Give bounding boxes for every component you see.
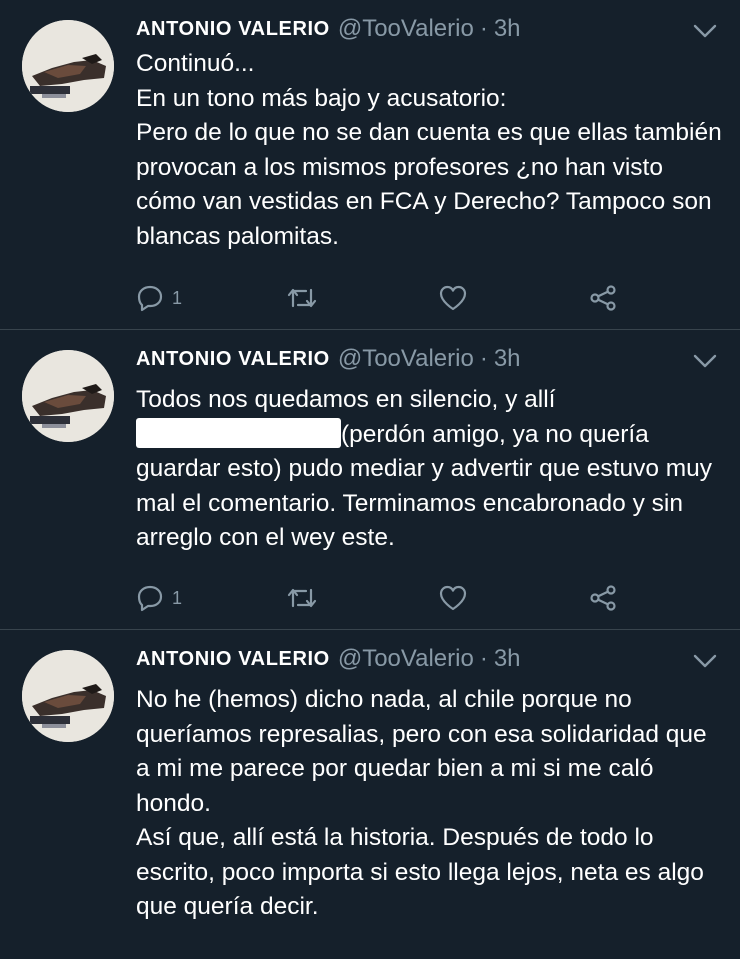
author-name[interactable]: ANTONIO VALERIO [136,348,330,371]
tweet-text-before: Todos nos quedamos en silencio, y allí [136,386,556,413]
tweet-actions: 1 [136,283,636,313]
reply-button[interactable]: 1 [136,283,182,313]
tweet-header: ANTONIO VALERIO @TooValerio · 3h [136,644,521,674]
like-button[interactable] [438,283,468,313]
tweet-text: Todos nos quedamos en silencio, y allí (… [136,383,726,556]
timestamp[interactable]: 3h [494,345,521,373]
tweet-text-line: No he (hemos) dicho nada, al chile porqu… [136,686,707,817]
chevron-down-icon[interactable] [690,650,720,672]
reply-count: 1 [172,587,183,608]
avatar[interactable] [22,650,114,742]
tweet[interactable]: ANTONIO VALERIO @TooValerio · 3h Todos n… [0,330,740,630]
author-handle[interactable]: @TooValerio [338,15,474,43]
redacted-mention [136,418,341,449]
avatar[interactable] [22,20,114,112]
tweet[interactable]: ANTONIO VALERIO @TooValerio · 3h No he (… [0,630,740,959]
tweet-text-line: Pero de lo que no se dan cuenta es que e… [136,119,722,250]
chevron-down-icon[interactable] [690,20,720,42]
retweet-button[interactable] [286,283,318,313]
author-handle[interactable]: @TooValerio [338,645,474,673]
author-name[interactable]: ANTONIO VALERIO [136,648,330,671]
retweet-icon [287,588,317,608]
tweet-text-paragraph: Todos nos quedamos en silencio, y allí (… [136,383,726,556]
tweet-actions: 1 [136,583,636,613]
heart-icon [439,585,467,611]
reply-icon [137,285,163,312]
tweet-header: ANTONIO VALERIO @TooValerio · 3h [136,344,521,374]
retweet-button[interactable] [286,583,318,613]
timestamp[interactable]: 3h [494,645,521,673]
reply-count: 1 [172,287,183,308]
avatar-photo [22,350,114,442]
tweet-text-line: Continuó... [136,50,255,77]
like-button[interactable] [438,583,468,613]
author-handle[interactable]: @TooValerio [338,345,474,373]
chevron-down-icon[interactable] [690,350,720,372]
reply-icon [137,585,163,612]
tweet-text: Continuó... En un tono más bajo y acusat… [136,47,726,254]
retweet-icon [287,288,317,308]
tweet-text: No he (hemos) dicho nada, al chile porqu… [136,683,726,925]
avatar-photo [22,20,114,112]
separator-dot: · [479,15,488,42]
tweet-text-line: En un tono más bajo y acusatorio: [136,84,507,112]
share-button[interactable] [588,583,618,613]
separator-dot: · [479,645,488,672]
share-icon [590,585,616,611]
heart-icon [439,285,467,311]
tweet-text-line: Así que, allí está la historia. Después … [136,824,704,920]
tweet[interactable]: ANTONIO VALERIO @TooValerio · 3h Continu… [0,0,740,330]
separator-dot: · [479,345,488,372]
timestamp[interactable]: 3h [494,15,521,43]
reply-button[interactable]: 1 [136,583,182,613]
share-button[interactable] [588,283,618,313]
tweet-header: ANTONIO VALERIO @TooValerio · 3h [136,14,521,44]
share-icon [590,285,616,311]
avatar[interactable] [22,350,114,442]
avatar-photo [22,650,114,742]
author-name[interactable]: ANTONIO VALERIO [136,18,330,41]
